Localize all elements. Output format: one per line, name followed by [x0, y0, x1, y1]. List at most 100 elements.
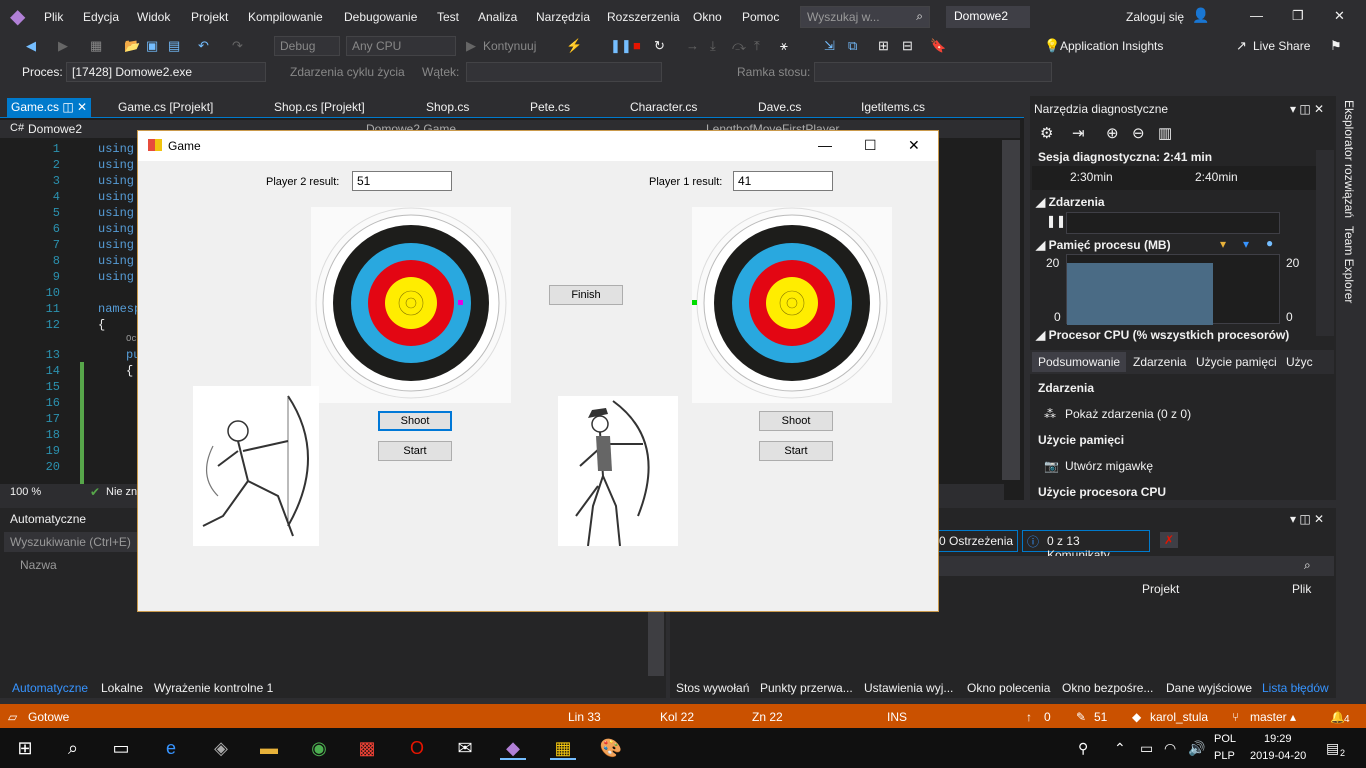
- code-line[interactable]: using: [98, 174, 134, 188]
- menu-project[interactable]: Projekt: [191, 10, 228, 24]
- tab-pete-cs[interactable]: Pete.cs: [526, 98, 574, 118]
- code-line[interactable]: using: [98, 206, 134, 220]
- code-line[interactable]: using: [98, 222, 134, 236]
- game-close-icon[interactable]: ✕: [908, 137, 920, 154]
- notifications-icon[interactable]: 🔔: [1330, 710, 1345, 724]
- player2-start-button[interactable]: Start: [378, 441, 452, 461]
- tab-game-cs-project[interactable]: Game.cs [Projekt]: [114, 98, 217, 118]
- tab-exception-settings[interactable]: Ustawienia wyj...: [864, 681, 953, 695]
- file-explorer-icon[interactable]: ▬: [256, 736, 282, 760]
- tab-breakpoints[interactable]: Punkty przerwa...: [760, 681, 853, 695]
- pause-icon[interactable]: ❚❚: [610, 38, 632, 54]
- code-line[interactable]: {: [126, 364, 133, 378]
- feedback-icon[interactable]: ⚑: [1330, 38, 1342, 54]
- close-icon[interactable]: ✕: [1334, 8, 1345, 24]
- restart-icon[interactable]: ↻: [654, 38, 665, 54]
- step-over-icon[interactable]: ⤼: [732, 38, 746, 54]
- save-all-icon[interactable]: ▤: [168, 38, 180, 54]
- open-folder-icon[interactable]: 📂: [124, 38, 140, 54]
- autos-scrollbar[interactable]: [648, 612, 664, 676]
- quick-search-input[interactable]: Wyszukaj w... ⌕: [800, 6, 930, 28]
- publish-up-icon[interactable]: ↑: [1026, 710, 1032, 724]
- stop-icon[interactable]: ■: [633, 38, 641, 53]
- start-icon[interactable]: ⊞: [12, 736, 38, 760]
- status-up-count[interactable]: 0: [1044, 710, 1051, 724]
- menu-view[interactable]: Widok: [137, 10, 170, 24]
- code-line[interactable]: using: [98, 270, 134, 284]
- tab-command-window[interactable]: Okno polecenia: [967, 681, 1050, 695]
- subtab-summary[interactable]: Podsumowanie: [1032, 352, 1127, 372]
- code-line[interactable]: namesp: [98, 302, 141, 316]
- edge-icon[interactable]: e: [158, 736, 184, 760]
- export-icon[interactable]: ⇥: [1072, 124, 1085, 142]
- cpu-section[interactable]: ◢ Procesor CPU (% wszystkich procesorów): [1036, 328, 1289, 342]
- menu-file[interactable]: Plik: [44, 10, 63, 24]
- redo-icon[interactable]: ↷: [232, 38, 243, 54]
- task-view-icon[interactable]: ▭: [108, 736, 134, 760]
- opera-icon[interactable]: O: [404, 736, 430, 760]
- menu-help[interactable]: Pomoc: [742, 10, 779, 24]
- player1-shoot-button[interactable]: Shoot: [759, 411, 833, 431]
- tab-shop-cs[interactable]: Shop.cs: [422, 98, 473, 118]
- minimize-icon[interactable]: —: [1250, 8, 1263, 23]
- save-icon[interactable]: ▣: [146, 38, 158, 54]
- zoom-level[interactable]: 100 %: [10, 486, 41, 498]
- tab-call-stack[interactable]: Stos wywołań: [676, 681, 749, 695]
- zoom-out-icon[interactable]: ⊖: [1132, 124, 1145, 142]
- visual-studio-taskbar-icon[interactable]: ◆: [500, 736, 526, 760]
- game-taskbar-icon[interactable]: ▦: [550, 736, 576, 760]
- player2-result-field[interactable]: 51: [352, 171, 452, 191]
- settings-gear-icon[interactable]: ⚙: [1040, 124, 1053, 142]
- hex-icon[interactable]: ⚹: [780, 38, 788, 54]
- build-filter-icon[interactable]: ✗: [1160, 532, 1179, 548]
- people-icon[interactable]: ⚲: [1078, 740, 1088, 757]
- toolbar-icon-b[interactable]: ⧉: [848, 38, 857, 54]
- code-line[interactable]: using: [98, 190, 134, 204]
- lifecycle-events-button[interactable]: Zdarzenia cyklu życia: [290, 65, 405, 79]
- platform-select[interactable]: Any CPU: [346, 36, 456, 56]
- toolbar-icon-a[interactable]: ⇲: [824, 38, 835, 54]
- volume-icon[interactable]: 🔊: [1188, 740, 1205, 757]
- configuration-select[interactable]: Debug: [274, 36, 340, 56]
- user-icon[interactable]: 👤: [1192, 7, 1209, 24]
- clock-date[interactable]: 2019-04-20: [1250, 750, 1306, 762]
- warnings-filter[interactable]: 0 Ostrzeżenia: [936, 530, 1018, 552]
- status-branch[interactable]: master ▴: [1250, 710, 1296, 724]
- lang-secondary[interactable]: PLP: [1214, 750, 1235, 762]
- game-minimize-icon[interactable]: —: [818, 137, 832, 153]
- menu-tools[interactable]: Narzędzia: [536, 10, 590, 24]
- tab-shop-cs-project[interactable]: Shop.cs [Projekt]: [270, 98, 369, 118]
- pause-events-icon[interactable]: ❚❚: [1046, 214, 1066, 228]
- show-next-statement-icon[interactable]: →: [686, 38, 699, 53]
- menu-debug[interactable]: Debugowanie: [344, 10, 417, 24]
- menu-test[interactable]: Test: [437, 10, 459, 24]
- bottom-tab-watch[interactable]: Wyrażenie kontrolne 1: [154, 681, 273, 695]
- zoom-in-icon[interactable]: ⊕: [1106, 124, 1119, 142]
- error-list-pin-icon[interactable]: ▾ ◫ ✕: [1290, 512, 1324, 526]
- visual-studio-logo-icon[interactable]: ◆: [10, 6, 32, 28]
- menu-build[interactable]: Kompilowanie: [248, 10, 323, 24]
- menu-window[interactable]: Okno: [693, 10, 722, 24]
- lang-primary[interactable]: POL: [1214, 733, 1236, 745]
- tab-igetitems-cs[interactable]: Igetitems.cs: [857, 98, 929, 118]
- player1-result-field[interactable]: 41: [733, 171, 833, 191]
- app-icon-2[interactable]: ▩: [354, 736, 380, 760]
- toolbar-icon-c[interactable]: ⊞: [878, 38, 889, 54]
- undo-icon[interactable]: ↶: [198, 38, 209, 54]
- tab-dave-cs[interactable]: Dave.cs: [754, 98, 805, 118]
- search-taskbar-icon[interactable]: ⌕: [60, 736, 86, 760]
- nav-project[interactable]: Domowe2: [28, 122, 82, 136]
- code-line[interactable]: using: [98, 254, 134, 268]
- menu-edit[interactable]: Edycja: [83, 10, 119, 24]
- continue-button[interactable]: Kontynuuj: [483, 39, 536, 53]
- subtab-cpu[interactable]: Użyc: [1286, 355, 1313, 369]
- diag-scrollbar[interactable]: [1316, 150, 1334, 336]
- messages-filter[interactable]: 0 z 13 Komunikaty: [1022, 530, 1150, 562]
- code-line[interactable]: {: [98, 318, 105, 332]
- code-line[interactable]: using: [98, 142, 134, 156]
- subtab-memory[interactable]: Użycie pamięci: [1196, 355, 1277, 369]
- bottom-tab-locals[interactable]: Lokalne: [101, 681, 143, 695]
- subtab-events[interactable]: Zdarzenia: [1133, 355, 1186, 369]
- clock-time[interactable]: 19:29: [1264, 733, 1292, 745]
- app-insights-button[interactable]: Application Insights: [1060, 39, 1163, 53]
